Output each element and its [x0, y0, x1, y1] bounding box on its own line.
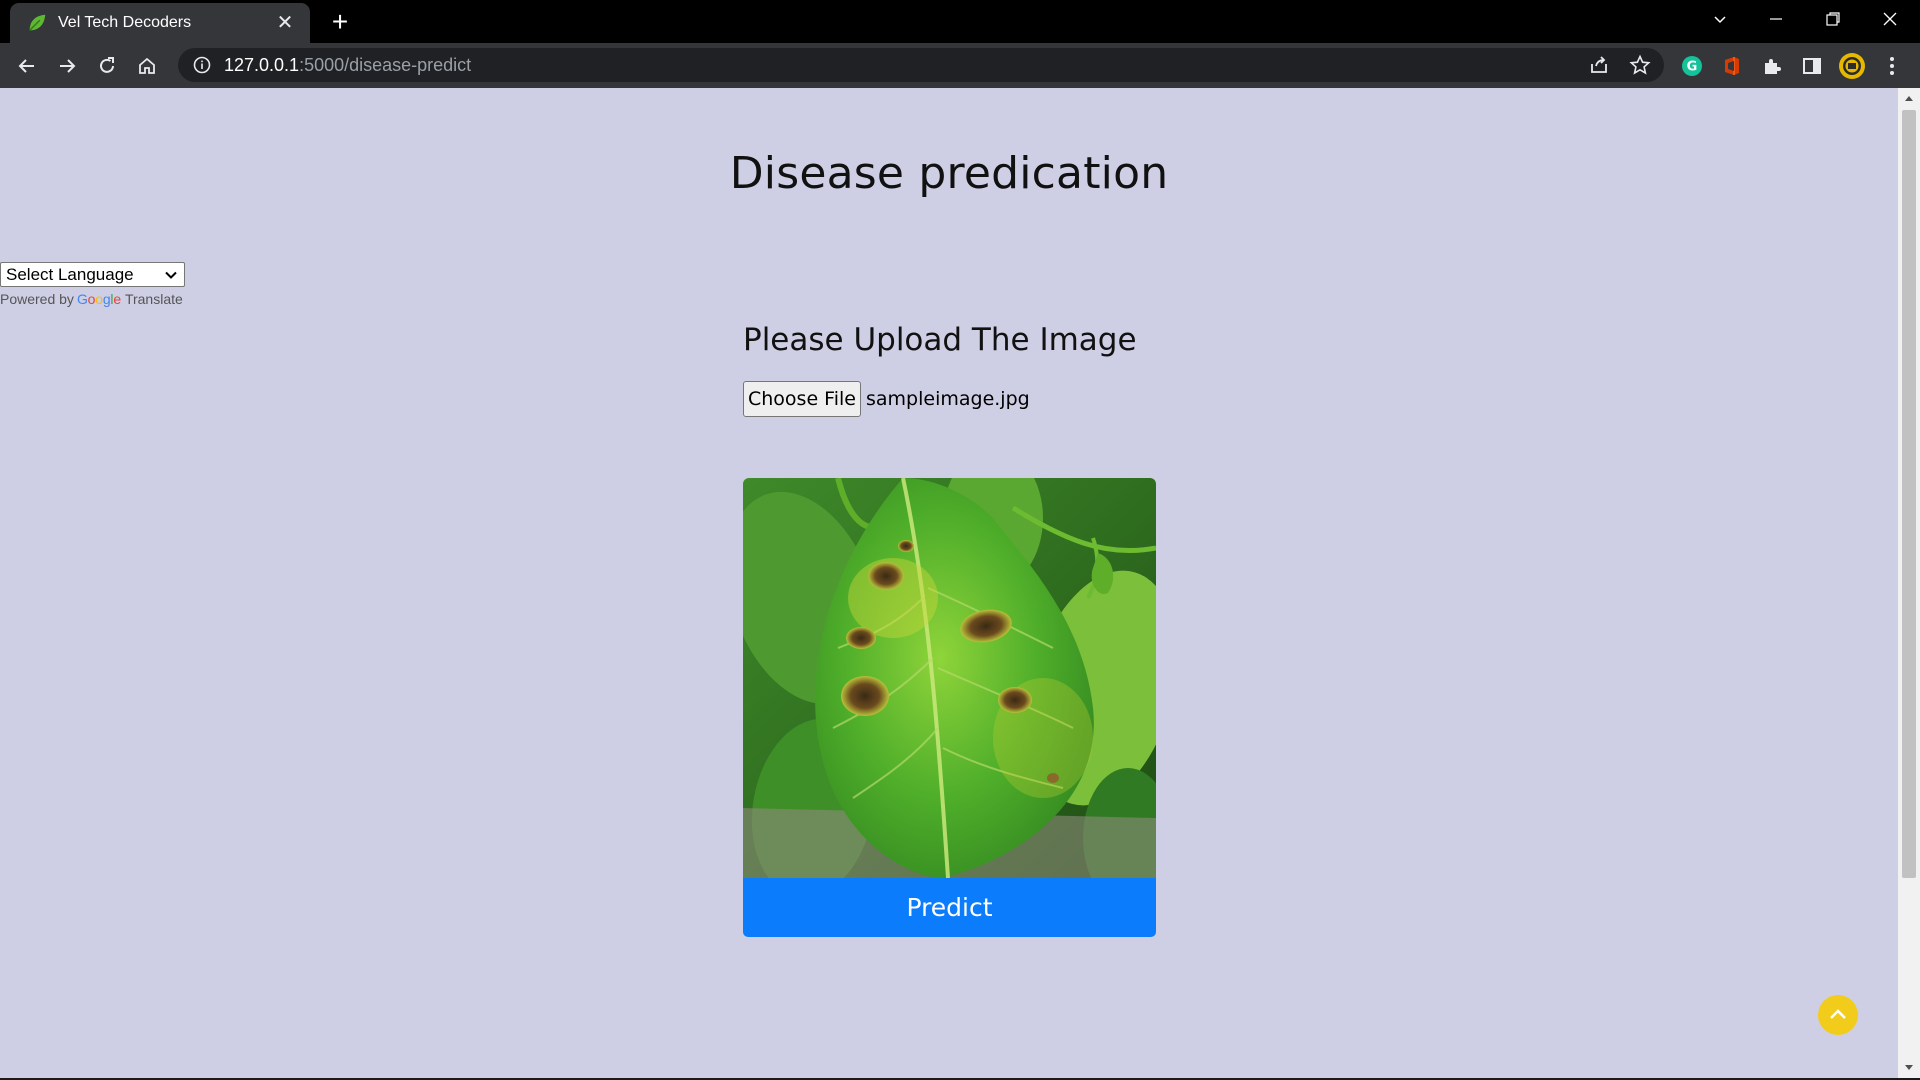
grammarly-icon[interactable]: G [1677, 51, 1707, 81]
google-logo: Google [76, 291, 121, 307]
translate-link[interactable]: Translate [125, 291, 183, 307]
language-select[interactable]: Select Language [0, 262, 185, 287]
tab-title: Vel Tech Decoders [58, 14, 192, 31]
close-window-icon[interactable] [1862, 0, 1918, 38]
chevron-down-icon [165, 271, 177, 279]
scroll-down-arrow-icon[interactable] [1898, 1058, 1920, 1078]
choose-file-button[interactable]: Choose File [743, 381, 861, 417]
forward-icon[interactable] [51, 50, 83, 82]
page-scrollbar[interactable] [1898, 88, 1920, 1078]
back-to-top-button[interactable] [1818, 995, 1858, 1035]
reload-icon[interactable] [91, 50, 123, 82]
scroll-up-arrow-icon[interactable] [1898, 88, 1920, 108]
predict-button[interactable]: Predict [743, 878, 1156, 937]
back-icon[interactable] [11, 50, 43, 82]
browser-tab[interactable]: Vel Tech Decoders ✕ [10, 3, 310, 43]
page-title: Disease predication [729, 148, 1169, 199]
bookmark-star-icon[interactable] [1629, 48, 1651, 82]
uploaded-image-preview [743, 478, 1156, 878]
scrollbar-thumb[interactable] [1902, 110, 1916, 878]
url-host: 127.0.0.1 [224, 54, 300, 75]
minimize-icon[interactable] [1748, 0, 1804, 38]
restore-icon[interactable] [1805, 0, 1861, 38]
new-tab-button[interactable]: + [322, 6, 358, 40]
browser-menu-icon[interactable] [1877, 51, 1907, 81]
extensions-puzzle-icon[interactable] [1757, 51, 1787, 81]
selected-filename: sampleimage.jpg [866, 388, 1030, 410]
tab-close-icon[interactable]: ✕ [274, 12, 296, 34]
tab-strip: Vel Tech Decoders ✕ + [0, 0, 1920, 43]
url-path: :5000/disease-predict [299, 54, 472, 75]
chevron-up-icon [1830, 1009, 1846, 1019]
address-bar[interactable]: 127.0.0.1:5000/disease-predict [178, 48, 1664, 82]
side-panel-icon[interactable] [1797, 51, 1827, 81]
upload-heading: Please Upload The Image [743, 322, 1137, 358]
site-info-icon[interactable] [192, 55, 212, 75]
leaf-image [743, 478, 1156, 878]
url-text: 127.0.0.1:5000/disease-predict [224, 55, 471, 76]
powered-by-text: Powered by [0, 291, 74, 307]
home-icon[interactable] [131, 50, 163, 82]
powered-by-google: Powered by Google Translate [0, 291, 183, 307]
browser-toolbar: 127.0.0.1:5000/disease-predict G [0, 43, 1920, 88]
svg-text:G: G [1687, 60, 1698, 75]
office-icon[interactable] [1717, 51, 1747, 81]
leaf-icon [29, 14, 46, 31]
language-select-value: Select Language [6, 264, 134, 284]
share-icon[interactable] [1588, 48, 1610, 82]
tab-search-icon[interactable] [1692, 0, 1748, 38]
profile-avatar-icon[interactable] [1837, 51, 1867, 81]
page-viewport: Disease predication Select Language Powe… [0, 88, 1898, 1078]
